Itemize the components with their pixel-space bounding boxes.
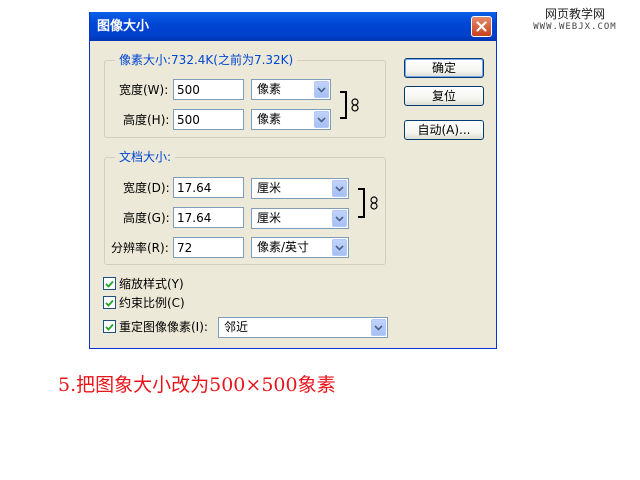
dialog-title: 图像大小: [97, 19, 150, 34]
resolution-label: 分辨率(R):: [111, 241, 169, 255]
checkmark-icon: [105, 323, 114, 331]
checkmark-icon: [105, 299, 114, 307]
constrain-proportions-checkbox[interactable]: [103, 296, 116, 309]
doc-width-input[interactable]: [173, 177, 244, 198]
chevron-down-icon[interactable]: [332, 180, 347, 197]
chain-link-icon: [351, 98, 359, 112]
image-size-dialog: 图像大小 像素大小:732.4K(之前为7.32K) 宽度(W): 像素 高度(…: [89, 12, 497, 349]
pixel-height-label: 高度(H):: [123, 113, 170, 127]
chain-link-icon: [370, 196, 378, 210]
watermark: 网页教学网 WWW.WEBJX.COM: [520, 8, 630, 34]
pixel-width-unit-value: 像素: [257, 82, 282, 96]
doc-height-label: 高度(G):: [123, 211, 170, 225]
auto-button[interactable]: 自动(A)...: [404, 120, 484, 140]
checkmark-icon: [105, 280, 114, 288]
chevron-down-icon[interactable]: [314, 111, 329, 128]
close-icon: [476, 21, 487, 32]
pixel-width-input[interactable]: [173, 79, 244, 100]
doc-width-label: 宽度(D):: [123, 181, 170, 195]
scale-styles-label[interactable]: 缩放样式(Y): [119, 277, 184, 291]
doc-height-unit-value: 厘米: [257, 211, 282, 225]
constrain-proportions-label[interactable]: 约束比例(C): [119, 296, 185, 310]
resolution-unit-select[interactable]: 像素/英寸: [251, 237, 349, 258]
pixel-width-label: 宽度(W):: [119, 83, 169, 97]
doc-width-unit-select[interactable]: 厘米: [251, 178, 349, 199]
instruction-caption: 5.把图象大小改为500×500象素: [58, 374, 336, 396]
pixel-height-input[interactable]: [173, 109, 244, 130]
doc-link-bracket: [358, 188, 365, 218]
chevron-down-icon[interactable]: [314, 81, 329, 98]
chevron-down-icon[interactable]: [332, 239, 347, 256]
doc-width-unit-value: 厘米: [257, 181, 282, 195]
chevron-down-icon[interactable]: [332, 210, 347, 227]
pixel-height-unit-select[interactable]: 像素: [251, 109, 331, 130]
resample-method-select[interactable]: 邻近: [218, 317, 388, 338]
doc-height-input[interactable]: [173, 207, 244, 228]
pixel-height-unit-value: 像素: [257, 112, 282, 126]
reset-button[interactable]: 复位: [404, 86, 484, 106]
chevron-down-icon[interactable]: [371, 319, 386, 336]
pixel-width-unit-select[interactable]: 像素: [251, 79, 331, 100]
watermark-title: 网页教学网: [544, 7, 605, 21]
pixel-dimensions-legend: 像素大小:732.4K(之前为7.32K): [115, 53, 298, 68]
resample-method-value: 邻近: [224, 320, 249, 334]
pixel-link-bracket: [340, 91, 347, 119]
dialog-titlebar[interactable]: 图像大小: [90, 12, 496, 41]
ok-button[interactable]: 确定: [404, 58, 484, 78]
document-size-legend: 文档大小:: [115, 150, 176, 165]
resample-label[interactable]: 重定图像像素(I):: [119, 320, 208, 334]
doc-height-unit-select[interactable]: 厘米: [251, 208, 349, 229]
close-button[interactable]: [471, 16, 492, 37]
watermark-url: WWW.WEBJX.COM: [533, 22, 617, 32]
scale-styles-checkbox[interactable]: [103, 277, 116, 290]
resolution-input[interactable]: [173, 237, 244, 258]
resample-checkbox[interactable]: [103, 320, 116, 333]
resolution-unit-value: 像素/英寸: [257, 240, 310, 254]
